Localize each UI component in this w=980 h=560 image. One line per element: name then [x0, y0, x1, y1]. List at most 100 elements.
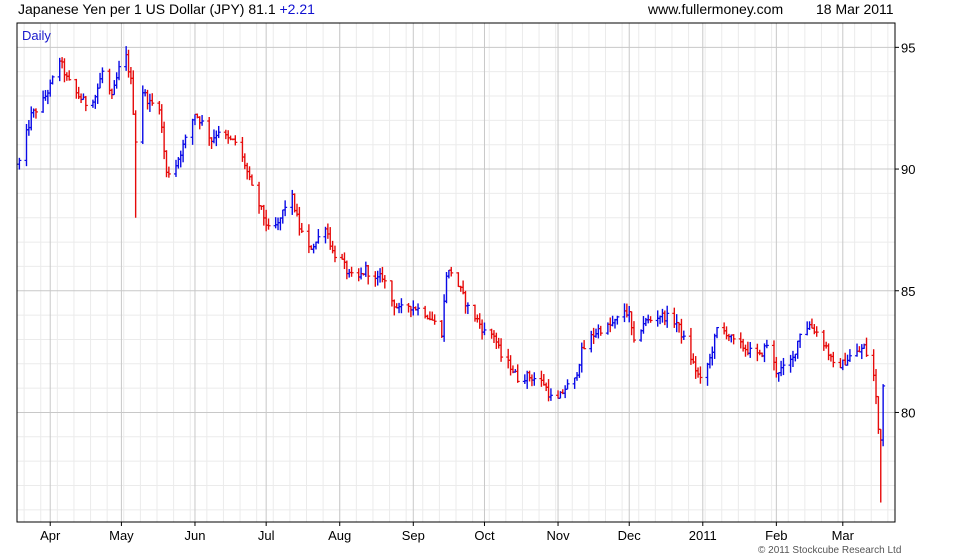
price-bar	[126, 49, 131, 78]
price-bar	[316, 229, 321, 244]
price-bar	[280, 209, 285, 224]
price-bar	[499, 338, 504, 362]
price-bar	[209, 137, 214, 149]
price-bar	[798, 333, 803, 348]
price-bar	[79, 93, 84, 104]
price-bar	[214, 130, 219, 147]
price-bar	[828, 353, 833, 362]
price-bar	[729, 334, 734, 343]
price-bar	[627, 305, 632, 323]
price-bar	[648, 316, 653, 323]
price-bar	[463, 290, 468, 314]
price-bar	[349, 266, 354, 277]
x-tick-label: 2011	[689, 528, 717, 543]
x-tick-label: Apr	[40, 528, 61, 543]
price-bar	[190, 118, 195, 145]
price-chart: 95 90 85 80 Apr May Jun Jul Aug Sep Oct Nov Dec 2011…	[16, 22, 915, 543]
price-bar	[140, 85, 145, 145]
price-bar	[795, 340, 800, 359]
price-bar	[575, 372, 580, 381]
x-tick-label: Feb	[765, 528, 787, 543]
x-tick-label: Oct	[474, 528, 495, 543]
price-bar	[826, 343, 831, 361]
price-bar	[397, 302, 402, 314]
price-bar	[278, 217, 283, 231]
price-bar	[100, 67, 105, 84]
price-bar	[726, 333, 731, 342]
price-bar	[556, 390, 561, 399]
price-bar	[306, 224, 311, 254]
y-tick-label: 95	[901, 40, 915, 55]
price-bar	[790, 350, 795, 367]
price-bar	[582, 340, 587, 350]
y-axis-labels: 95 90 85 80	[895, 40, 915, 420]
price-bar	[150, 93, 155, 106]
price-bar	[821, 329, 826, 351]
price-bar	[273, 217, 278, 229]
price-bar	[665, 305, 670, 328]
price-bar	[722, 322, 727, 335]
price-bar	[774, 356, 779, 378]
price-bar	[622, 303, 627, 323]
price-bar	[807, 321, 812, 330]
price-bar	[45, 89, 50, 105]
price-bar	[465, 302, 470, 315]
price-bar	[90, 99, 95, 108]
price-bar	[344, 260, 349, 280]
price-bar	[240, 136, 245, 162]
x-tick-label: Dec	[618, 528, 642, 543]
price-bar	[646, 314, 651, 324]
price-bar	[233, 135, 238, 146]
price-bar	[297, 206, 302, 236]
price-bar	[133, 110, 138, 218]
price-bar	[532, 372, 537, 386]
price-bar	[793, 353, 798, 362]
price-bar	[211, 129, 216, 144]
price-bar	[164, 150, 169, 178]
x-tick-label: Aug	[328, 528, 351, 543]
price-bar	[50, 75, 55, 85]
price-bar	[596, 324, 601, 339]
price-bar	[812, 324, 817, 335]
x-tick-label: Sep	[402, 528, 425, 543]
x-tick-label: May	[109, 528, 134, 543]
price-bar	[494, 332, 499, 350]
price-bar	[382, 275, 387, 289]
price-bar	[41, 90, 46, 113]
price-bar	[672, 307, 677, 328]
price-bar	[389, 280, 394, 307]
price-bar	[724, 326, 729, 340]
price-bar	[572, 377, 577, 389]
price-bar	[698, 366, 703, 384]
price-bar	[456, 272, 461, 288]
price-bar	[17, 157, 22, 170]
price-bar	[681, 330, 686, 340]
price-bar	[325, 223, 330, 239]
price-bar	[480, 319, 485, 340]
price-bar	[247, 166, 252, 181]
price-bar	[809, 318, 814, 329]
price-bar	[449, 266, 454, 277]
price-bar	[757, 349, 762, 356]
price-bar	[98, 72, 103, 89]
price-bar	[857, 346, 862, 353]
x-tick-label: Nov	[546, 528, 570, 543]
price-bar	[831, 351, 836, 368]
price-bar	[874, 369, 879, 405]
price-bar	[192, 113, 197, 126]
price-bar	[378, 268, 383, 283]
price-bar	[814, 326, 819, 337]
price-bar	[525, 370, 530, 389]
price-bar	[781, 357, 786, 376]
price-bar	[430, 311, 435, 321]
price-bar	[710, 346, 715, 366]
price-bar	[779, 360, 784, 377]
price-bar	[48, 79, 53, 97]
price-bar	[864, 337, 869, 357]
price-bar	[292, 193, 297, 213]
price-bar	[181, 139, 186, 163]
price-bar	[738, 332, 743, 349]
price-bar	[159, 104, 164, 133]
price-bar	[363, 261, 368, 277]
price-bar	[416, 303, 421, 316]
